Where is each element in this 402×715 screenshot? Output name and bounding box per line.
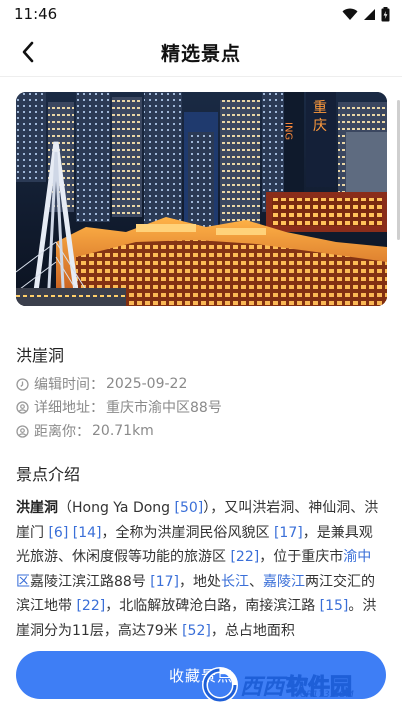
- intro-segment: ，全称为洪崖洞民俗风貌区: [101, 524, 274, 541]
- intro-segment: ，地处: [179, 573, 222, 590]
- svg-text:庆: 庆: [313, 118, 327, 134]
- distance-icon: [16, 424, 29, 438]
- distance-value: 20.71km: [92, 423, 154, 439]
- distance-row: 距离你： 20.71km: [16, 421, 154, 441]
- cellular-signal-icon: [364, 8, 375, 20]
- svg-text:ING: ING: [283, 122, 294, 140]
- back-button[interactable]: [14, 38, 42, 66]
- status-time: 11:46: [14, 5, 58, 23]
- intro-section-title: 景点介绍: [16, 465, 81, 484]
- chevron-left-icon: [22, 41, 34, 63]
- citation-link[interactable]: [14]: [73, 525, 102, 541]
- edit-time-row: 编辑时间： 2025-09-22: [16, 374, 187, 394]
- intro-segment: ，位于重庆市: [259, 549, 344, 565]
- distance-label: 距离你：: [34, 424, 90, 440]
- nav-bar: 精选景点: [0, 28, 402, 77]
- address-label: 详细地址：: [34, 400, 104, 416]
- scrollbar[interactable]: [397, 100, 400, 240]
- citation-link[interactable]: [50]: [175, 500, 204, 516]
- address-row: 详细地址： 重庆市渝中区88号: [16, 397, 222, 417]
- intro-segment: （Hong Ya Dong: [58, 500, 175, 516]
- citation-link[interactable]: [22]: [230, 549, 259, 565]
- intro-segment: ，北临解放碑沧白路，南接滨江路: [105, 598, 320, 614]
- intro-spot-name: 洪崖洞: [16, 500, 58, 516]
- hongyadong-night-illustration: ING 重 庆: [16, 92, 387, 306]
- intro-text: 洪崖洞（Hong Ya Dong [50]），又叫洪岩洞、神仙洞、洪崖门 [6]…: [16, 496, 380, 646]
- page-title: 精选景点: [160, 42, 241, 65]
- watermark-text-1: 西西: [240, 675, 285, 700]
- intro-segment: ，总占地面积: [210, 622, 295, 639]
- watermark-ring-icon: [202, 667, 238, 703]
- edit-time-value: 2025-09-22: [106, 376, 188, 392]
- watermark-url: CR173.COM: [300, 690, 354, 700]
- spot-photo: ING 重 庆: [16, 92, 387, 306]
- watermark-logo: 西西 软件园 CR173.COM: [200, 662, 390, 708]
- citation-link[interactable]: [17]: [274, 525, 303, 541]
- citation-link[interactable]: [52]: [182, 623, 211, 639]
- citation-link[interactable]: [15]: [320, 598, 349, 614]
- battery-icon: [381, 6, 390, 21]
- intro-segment: 、: [249, 573, 264, 590]
- location-pin-icon: [16, 400, 29, 414]
- spot-name: 洪崖洞: [16, 346, 65, 365]
- address-value: 重庆市渝中区88号: [106, 400, 222, 416]
- intro-segment: 嘉陵江滨江路88号: [30, 573, 151, 590]
- citation-link[interactable]: [6]: [48, 525, 68, 541]
- status-icons: [342, 6, 390, 22]
- citation-link[interactable]: [17]: [150, 574, 179, 590]
- edit-time-label: 编辑时间：: [34, 377, 104, 393]
- wifi-icon: [342, 8, 358, 20]
- link-jialing[interactable]: 嘉陵江: [263, 574, 305, 590]
- link-changjiang[interactable]: 长江: [221, 574, 249, 590]
- citation-link[interactable]: [22]: [76, 598, 105, 614]
- status-bar: 11:46: [0, 0, 402, 28]
- svg-text:重: 重: [313, 100, 327, 116]
- clock-icon: [16, 377, 29, 391]
